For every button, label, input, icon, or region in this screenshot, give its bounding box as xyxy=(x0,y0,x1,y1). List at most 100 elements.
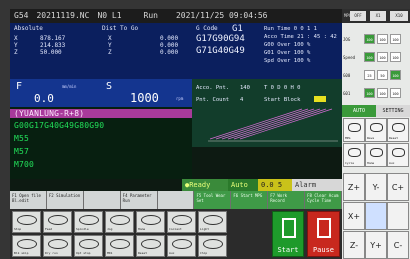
cycle-tile[interactable]: Cycle xyxy=(343,143,365,167)
speed-cell[interactable]: 100 xyxy=(377,52,388,62)
g01-cell[interactable]: 100 xyxy=(390,88,401,98)
coolant-icon xyxy=(172,215,192,225)
mpg-off-button[interactable]: OFF xyxy=(350,11,366,21)
aux-icon xyxy=(392,148,405,157)
chip-button[interactable]: Chip xyxy=(198,235,227,257)
aux-tile[interactable]: Aux xyxy=(387,143,409,167)
spindle-button[interactable]: Spindle xyxy=(74,211,103,233)
aux-tile-label: Aux xyxy=(389,161,395,165)
coolant-button[interactable]: Coolant xyxy=(167,211,196,233)
mpg-tile[interactable]: MPG xyxy=(343,118,365,142)
jog-rate-cell[interactable]: 100 xyxy=(377,34,388,44)
home-tile[interactable]: Home xyxy=(365,143,387,167)
program-line[interactable]: G00G17G40G49G80G90 xyxy=(14,121,104,130)
mpg-header: MPG OFF X1 X10 xyxy=(342,9,410,23)
fkey-blank-button[interactable] xyxy=(157,191,195,209)
reset-tile[interactable]: Reset xyxy=(387,118,409,142)
axis-y-dist: 0.000 xyxy=(160,42,179,49)
jog-c-minus-button[interactable]: C- xyxy=(387,231,409,259)
g01-row: G01 100 100 100 xyxy=(342,85,410,102)
aux-button[interactable]: Aux xyxy=(167,235,196,257)
opt-stop-label: Opt stop xyxy=(76,251,91,255)
g00-label: G00 xyxy=(343,73,351,78)
opt-stop-button[interactable]: Opt stop xyxy=(74,235,103,257)
axis-y-abs: 214.833 xyxy=(40,42,66,49)
g00-cell[interactable]: 50 xyxy=(377,70,388,80)
pause-label: Pause xyxy=(312,246,335,254)
wave-tile-label: Wave xyxy=(367,136,375,140)
g00-row: G00 25 50 100 xyxy=(342,67,410,84)
f1-open-file-button[interactable]: F1 Open file Bl.edit xyxy=(10,191,47,209)
speed-cell[interactable]: 100 xyxy=(390,52,401,62)
jog-rate-cell[interactable]: 100 xyxy=(364,34,375,44)
home-button[interactable]: Home xyxy=(136,211,165,233)
reset-button[interactable]: Reset xyxy=(136,235,165,257)
mpg-x1-button[interactable]: X1 xyxy=(370,11,386,21)
gcode-line-2: G71G40G49 xyxy=(196,46,245,56)
block-skip-button[interactable]: Blk skip xyxy=(12,235,41,257)
program-line[interactable]: M57 xyxy=(14,147,29,156)
g00-override: G00 Over 100 % xyxy=(264,42,311,48)
f4-parameter-run-button[interactable]: F4 Parameter Run xyxy=(120,191,158,209)
jog-y-plus-button[interactable]: Y+ xyxy=(365,231,387,259)
reset-tile-label: Reset xyxy=(389,136,399,140)
jog-blank-button[interactable] xyxy=(387,202,409,230)
acco-time: Acco Time 21 : 45 : 42 xyxy=(264,34,337,40)
g00-cell[interactable]: 100 xyxy=(390,70,401,80)
g01-cell[interactable]: 100 xyxy=(377,88,388,98)
stop-icon xyxy=(17,215,37,225)
jog-rate-cell[interactable]: 100 xyxy=(390,34,401,44)
program-list[interactable]: (YUANLUNG-R+8) G00G17G40G49G80G90 M55 M5… xyxy=(10,107,192,179)
tab-setting[interactable]: SETTING xyxy=(376,105,410,117)
jog-x-plus-button[interactable]: X+ xyxy=(343,202,365,230)
mpg-x10-button[interactable]: X10 xyxy=(390,11,408,21)
dry-run-button[interactable]: Dry run xyxy=(43,235,72,257)
program-line[interactable]: (YUANLUNG-R+8) xyxy=(10,109,192,118)
aux-label: Aux xyxy=(169,251,175,255)
stop-button[interactable]: Stop xyxy=(12,211,41,233)
function-keys: F1 Open file Bl.edit F2 Simulation F4 Pa… xyxy=(10,191,343,209)
axis-y-dist-label: Y xyxy=(108,42,112,49)
wave-icon xyxy=(370,123,383,132)
feed-hold-button[interactable]: Pause xyxy=(307,211,340,257)
g01-override: G01 Over 100 % xyxy=(264,50,311,56)
f2-simulation-button[interactable]: F2 Simulation xyxy=(46,191,84,209)
axis-x-dist-label: X xyxy=(108,35,112,42)
tab-auto[interactable]: AUTO xyxy=(342,105,376,117)
cycle-start-button[interactable]: Start xyxy=(272,211,304,257)
jog-z-plus-button[interactable]: Z+ xyxy=(343,173,365,201)
speed-cell[interactable]: 100 xyxy=(364,52,375,62)
jog-y-minus-button[interactable]: Y- xyxy=(365,173,387,201)
axis-z-dist: 0.000 xyxy=(160,49,179,56)
status-bar: ●Ready Auto 0.0 5 Alarm xyxy=(182,179,342,191)
alarm-indicator: Alarm xyxy=(292,179,342,191)
spindle-label: Spindle xyxy=(76,227,89,231)
f6-start-mpg-button[interactable]: F6 Start MPG xyxy=(231,191,269,209)
program-line[interactable]: M55 xyxy=(14,134,29,143)
f5-tool-wear-button[interactable]: F5 Tool Wear Set xyxy=(194,191,232,209)
feed-button[interactable]: Feed xyxy=(43,211,72,233)
g01-cell[interactable]: 100 xyxy=(364,88,375,98)
f8-clear-cycle-button[interactable]: F8 Clear Acum Cycle Time xyxy=(305,191,343,209)
jog-z-minus-button[interactable]: Z- xyxy=(343,231,365,259)
m01-button[interactable]: M01 xyxy=(105,235,134,257)
program-line[interactable]: M700 xyxy=(14,160,34,169)
reset-icon xyxy=(141,239,161,249)
g00-cell[interactable]: 25 xyxy=(364,70,375,80)
light-button[interactable]: Light xyxy=(198,211,227,233)
spindle-label: S xyxy=(106,81,113,92)
f7-work-record-button[interactable]: F7 Work Record xyxy=(268,191,306,209)
f3-blank-button[interactable] xyxy=(83,191,121,209)
jog-button[interactable]: Jog xyxy=(105,211,134,233)
home-tile-label: Home xyxy=(367,161,375,165)
jog-c-plus-button[interactable]: C+ xyxy=(387,173,409,201)
block-skip-label: Blk skip xyxy=(14,251,29,255)
jog-rate-label: JOG xyxy=(343,37,351,42)
wave-tile[interactable]: Wave xyxy=(365,118,387,142)
speed-label: Speed xyxy=(343,55,356,60)
jog-rapid-button[interactable] xyxy=(365,202,387,230)
control-buttons: Stop Feed Spindle Jog Home Coolant Light… xyxy=(10,209,342,259)
ready-indicator: ●Ready xyxy=(182,179,228,191)
axis-y-label: Y xyxy=(14,42,18,49)
chip-icon xyxy=(203,239,223,249)
